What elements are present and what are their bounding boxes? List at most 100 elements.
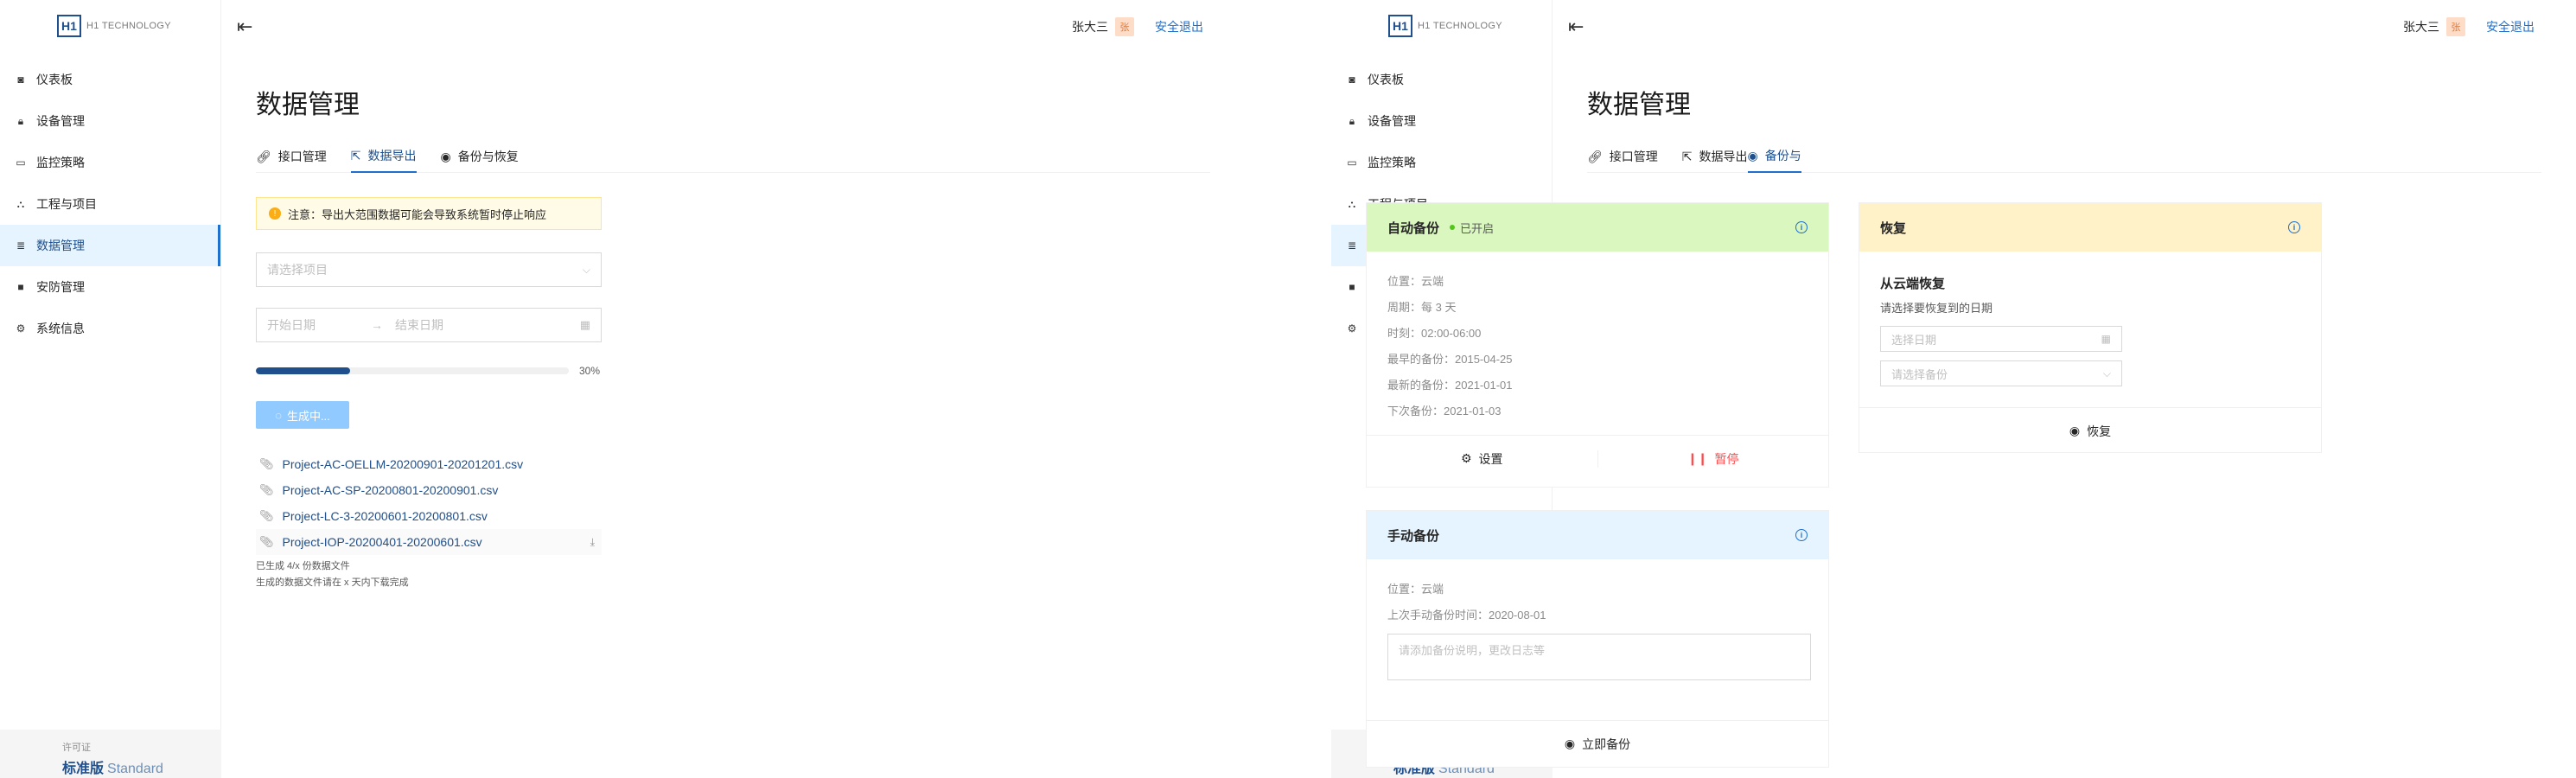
sidebar-item-devices[interactable]: 🔒︎ 设备管理 bbox=[0, 100, 220, 142]
backup-now-button[interactable]: ◉ 立即备份 bbox=[1367, 736, 1828, 753]
export-note-count: 已生成 4/x 份数据文件 bbox=[256, 561, 350, 571]
restore-body: 从云端恢复 请选择要恢复到的日期 选择日期 ▦ 请选择备份 ⌵ bbox=[1859, 252, 2321, 407]
dashboard-icon: ◙ bbox=[17, 73, 24, 86]
avatar[interactable]: 张 bbox=[2446, 17, 2465, 36]
arrow-right-icon: → bbox=[371, 318, 383, 332]
sidebar-item-projects[interactable]: ⛬ 工程与项目 bbox=[0, 183, 220, 225]
gear-icon: ⚙ bbox=[1347, 322, 1357, 335]
restore-header: 恢复 i bbox=[1859, 203, 2321, 252]
hierarchy-icon: ⛬ bbox=[16, 197, 25, 210]
tab-label: 备份与 bbox=[1764, 149, 1801, 163]
paperclip-icon: 📎︎ bbox=[259, 483, 274, 496]
auto-backup-header: 自动备份 已开启 i bbox=[1367, 203, 1828, 252]
manual-backup-card: 手动备份 i 位置：云端 上次手动备份时间：2020-08-01 请添加备份说明… bbox=[1366, 510, 1829, 768]
backup-note-textarea[interactable]: 请添加备份说明，更改日志等 bbox=[1387, 634, 1811, 680]
calendar-icon: ▦ bbox=[2101, 333, 2111, 345]
username: 张大三 bbox=[2403, 20, 2439, 34]
restore-desc: 请选择要恢复到的日期 bbox=[1880, 302, 1993, 315]
tab-export[interactable]: ⇱ 数据导出 bbox=[1682, 140, 1748, 173]
monitor-icon: ▭ bbox=[1347, 156, 1357, 169]
sidebar-item-devices[interactable]: 🔒︎ 设备管理 bbox=[1331, 100, 1552, 142]
auto-backup-latest: 最新的备份：2021-01-01 bbox=[1387, 379, 1513, 392]
project-select[interactable]: 请选择项目 ⌵ bbox=[256, 252, 602, 287]
warning-alert: ! 注意：导出大范围数据可能会导致系统暂时停止响应 bbox=[256, 197, 602, 230]
sidebar-item-label: 仪表板 bbox=[1368, 73, 1404, 86]
sidebar-item-label: 仪表板 bbox=[36, 73, 73, 86]
pause-button[interactable]: ❙❙ 暂停 bbox=[1597, 450, 1829, 468]
tab-label: 接口管理 bbox=[1609, 150, 1658, 163]
restore-subtitle: 从云端恢复 bbox=[1880, 277, 1946, 291]
logo-text: H1 TECHNOLOGY bbox=[1418, 21, 1502, 31]
avatar[interactable]: 张 bbox=[1115, 17, 1134, 36]
tab-bar: 🔗︎ 接口管理 ⇱ 数据导出 ◉ 备份与 bbox=[1587, 140, 2541, 173]
eye-icon: ◉ bbox=[2069, 424, 2081, 437]
export-screen: H1 H1 TECHNOLOGY ◙ 仪表板 🔒︎ 设备管理 ▭ 监控策略 ⛬ 工程与项… bbox=[0, 0, 1245, 778]
tab-export[interactable]: ⇱ 数据导出 bbox=[350, 140, 417, 173]
restore-date-picker[interactable]: 选择日期 ▦ bbox=[1880, 326, 2122, 352]
logout-link[interactable]: 安全退出 bbox=[2486, 18, 2535, 35]
generate-button-label: 生成中... bbox=[286, 409, 330, 423]
auto-backup-time: 时刻：02:00-06:00 bbox=[1387, 327, 1482, 340]
sidebar-item-system[interactable]: ⚙ 系统信息 bbox=[0, 308, 220, 349]
sidebar-item-monitoring[interactable]: ▭ 监控策略 bbox=[0, 142, 220, 183]
dashboard-icon: ◙ bbox=[1349, 73, 1355, 86]
generate-button[interactable]: ◌ 生成中... bbox=[256, 401, 349, 429]
file-name[interactable]: Project-LC-3-20200601-20200801.csv bbox=[283, 509, 488, 523]
tab-interfaces[interactable]: 🔗︎ 接口管理 bbox=[1587, 140, 1658, 173]
menu-collapse-icon[interactable]: ⇤ bbox=[237, 16, 252, 38]
sidebar-item-security[interactable]: ■ 安防管理 bbox=[0, 266, 220, 308]
file-item[interactable]: 📎︎ Project-LC-3-20200601-20200801.csv bbox=[256, 503, 602, 529]
tab-interfaces[interactable]: 🔗︎ 接口管理 bbox=[256, 140, 327, 173]
start-date-input[interactable]: 开始日期 bbox=[267, 316, 316, 334]
export-note-deadline: 生成的数据文件请在 x 天内下载完成 bbox=[256, 577, 409, 588]
auto-backup-title: 自动备份 bbox=[1387, 220, 1440, 236]
file-item[interactable]: 📎︎ Project-IOP-20200401-20200601.csv ⤓ bbox=[256, 529, 602, 555]
lock-icon: 🔒︎ bbox=[17, 114, 24, 127]
info-icon[interactable]: i bbox=[1795, 529, 1808, 541]
tab-label: 数据导出 bbox=[1699, 150, 1748, 163]
file-item[interactable]: 📎︎ Project-AC-SP-20200801-20200901.csv bbox=[256, 477, 602, 503]
auto-backup-actions: ⚙ 设置 ❙❙ 暂停 bbox=[1367, 435, 1828, 481]
file-name[interactable]: Project-IOP-20200401-20200601.csv bbox=[283, 535, 482, 549]
download-icon[interactable]: ⤓ bbox=[590, 536, 595, 549]
tab-backup[interactable]: ◉ 备份与恢复 bbox=[441, 140, 519, 173]
sidebar-item-dashboard[interactable]: ◙ 仪表板 bbox=[1331, 59, 1552, 100]
menu-collapse-icon[interactable]: ⇤ bbox=[1568, 16, 1584, 38]
tab-bar: 🔗︎ 接口管理 ⇱ 数据导出 ◉ 备份与恢复 bbox=[256, 140, 1210, 173]
logout-link[interactable]: 安全退出 bbox=[1155, 18, 1203, 35]
sidebar-menu: ◙ 仪表板 🔒︎ 设备管理 ▭ 监控策略 ⛬ 工程与项目 ≣ 数据管理 ■ 安防管理 ⚙ 系统… bbox=[0, 59, 220, 349]
export-icon: ⇱ bbox=[1681, 149, 1693, 163]
logo-mark: H1 bbox=[57, 15, 81, 37]
topbar: ⇤ 张大三 张 安全退出 bbox=[1553, 0, 2576, 54]
restore-title: 恢复 bbox=[1880, 220, 1907, 236]
tab-backup[interactable]: ◉ 备份与 bbox=[1747, 140, 1801, 173]
backup-now-label: 立即备份 bbox=[1582, 737, 1631, 751]
sidebar-item-monitoring[interactable]: ▭ 监控策略 bbox=[1331, 142, 1552, 183]
file-item[interactable]: 📎︎ Project-AC-OELLM-20200901-20201201.csv bbox=[256, 451, 602, 477]
restore-button[interactable]: ◉ 恢复 bbox=[1859, 423, 2321, 440]
date-range-picker[interactable]: 开始日期 → 结束日期 ▦ bbox=[256, 308, 602, 342]
tab-label: 备份与恢复 bbox=[457, 150, 519, 163]
restore-backup-select[interactable]: 请选择备份 ⌵ bbox=[1880, 360, 2122, 386]
sidebar-item-label: 系统信息 bbox=[36, 322, 85, 335]
sidebar-item-label: 安防管理 bbox=[36, 280, 85, 294]
pause-icon: ❙❙ bbox=[1687, 451, 1708, 465]
sidebar-item-label: 数据管理 bbox=[36, 239, 85, 252]
alert-text: 注意：导出大范围数据可能会导致系统暂时停止响应 bbox=[288, 207, 547, 221]
pause-button-label: 暂停 bbox=[1714, 451, 1739, 466]
info-icon[interactable]: i bbox=[1795, 221, 1808, 233]
sidebar-item-label: 工程与项目 bbox=[36, 197, 97, 211]
file-name[interactable]: Project-AC-SP-20200801-20200901.csv bbox=[283, 483, 499, 497]
file-name[interactable]: Project-AC-OELLM-20200901-20201201.csv bbox=[283, 457, 524, 471]
sidebar-item-data[interactable]: ≣ 数据管理 bbox=[0, 225, 220, 266]
end-date-input[interactable]: 结束日期 bbox=[395, 316, 443, 334]
export-progress: 30% bbox=[256, 365, 602, 377]
info-icon[interactable]: i bbox=[2288, 221, 2300, 233]
warning-icon: ! bbox=[269, 207, 281, 220]
settings-button[interactable]: ⚙ 设置 bbox=[1367, 450, 1597, 468]
sidebar-item-label: 监控策略 bbox=[36, 156, 85, 169]
license-panel: 许可证 标准版Standard bbox=[0, 730, 221, 778]
link-icon: 🔗︎ bbox=[256, 149, 271, 163]
project-select-placeholder: 请选择项目 bbox=[267, 263, 328, 277]
sidebar-item-dashboard[interactable]: ◙ 仪表板 bbox=[0, 59, 220, 100]
